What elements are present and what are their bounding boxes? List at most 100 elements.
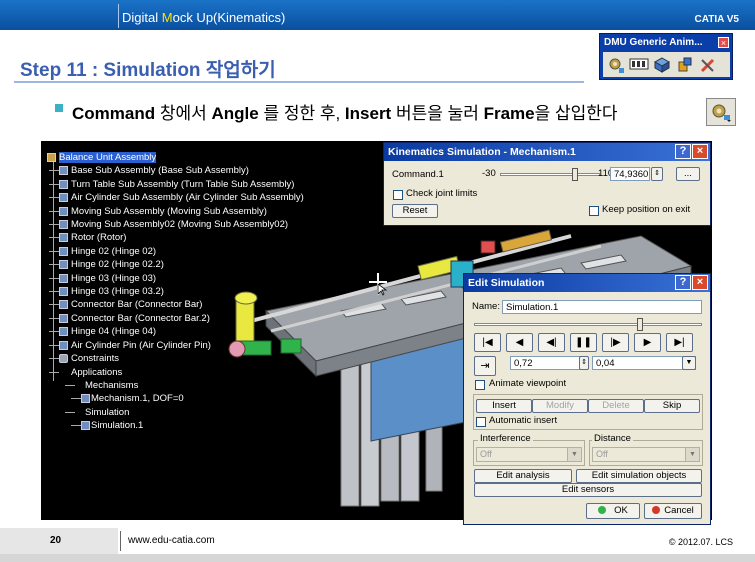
dmu-toolbar-icons [603,52,730,77]
simulation-slider-thumb[interactable] [637,318,644,331]
tree-item[interactable]: Turn Table Sub Assembly (Turn Table Sub … [45,178,304,191]
step-size-dropdown-icon[interactable]: ▼ [682,356,696,370]
part-icon [59,273,68,283]
distance-combo[interactable]: Off ▼ [592,447,700,462]
edit-sim-titlebar: Edit Simulation ? × [464,274,710,292]
command-label: Command.1 [392,169,444,180]
command-slider-track[interactable] [500,173,600,176]
instruction-text-2: 를 정한 후, [258,104,345,123]
check-joint-limits-checkbox[interactable] [393,190,403,200]
tree-item[interactable]: Air Cylinder Sub Assembly (Air Cylinder … [45,191,304,204]
edit-analysis-button[interactable]: Edit analysis [474,469,572,483]
tree-item-applications[interactable]: Applications [45,366,304,379]
jump-end-button[interactable]: ▶| [666,333,693,352]
player-icon[interactable] [629,55,649,75]
command-more-button[interactable]: ... [676,167,700,181]
header-title-mark: M [161,10,173,25]
tree-item[interactable]: Connector Bar (Connector Bar) [45,298,304,311]
part-icon [59,340,68,350]
tree-item[interactable]: Hinge 03 (Hinge 03.2) [45,285,304,298]
product-icon [59,166,68,176]
tree-item[interactable]: Hinge 04 (Hinge 04) [45,325,304,338]
header-title-prefix: Digital [122,10,162,25]
loop-mode-button[interactable]: ⇥ [474,356,496,376]
product-icon [59,193,68,203]
interference-dropdown-icon: ▼ [567,448,581,461]
edit-simulation-dialog: Edit Simulation ? × Name: Simulation.1 |… [463,273,711,525]
step-title: Step 11 : Simulation 작업하기 [20,60,276,81]
step-value-spinner[interactable]: ⇕ [579,356,589,370]
animate-viewpoint-checkbox[interactable] [475,380,485,390]
tree-item[interactable]: Rotor (Rotor) [45,231,304,244]
simulation-gear-icon[interactable] [606,55,626,75]
simulation-slider-track[interactable] [474,323,702,326]
cube-icon[interactable] [652,55,672,75]
instruction-text-4: 을 삽입한다 [534,104,618,123]
step-size-combo[interactable]: 0,04 [592,356,696,370]
dmu-toolbar-title: DMU Generic Anim... [604,37,703,48]
jump-start-button[interactable]: |◀ [474,333,501,352]
edit-sim-help-button[interactable]: ? [675,275,691,290]
interference-value: Off [480,449,492,459]
edit-simulation-objects-button[interactable]: Edit simulation objects [576,469,702,483]
instruction-text: Command 창에서 Angle 를 정한 후, Insert 버튼을 눌러 … [72,99,618,124]
product-icon [59,206,68,216]
tree-item-root[interactable]: Balance Unit Assembly [45,151,304,164]
tree-item[interactable]: Hinge 02 (Hinge 02.2) [45,258,304,271]
part-icon [59,313,68,323]
simulation-command-icon [706,98,736,126]
skip-button[interactable]: Skip [644,399,700,413]
edit-sim-title: Edit Simulation [468,277,545,289]
play-backward-button[interactable]: ◀ [506,333,533,352]
tree-item[interactable]: Hinge 03 (Hinge 03) [45,272,304,285]
distance-dropdown-icon: ▼ [685,448,699,461]
tree-item[interactable]: Connector Bar (Connector Bar.2) [45,312,304,325]
tools-icon[interactable] [698,55,718,75]
automatic-insert-checkbox[interactable] [476,417,486,427]
tree-item-constraints[interactable]: Constraints [45,352,304,365]
tree-item-simulation-folder[interactable]: Simulation [45,406,304,419]
reset-button[interactable]: Reset [392,204,438,218]
kinematics-help-button[interactable]: ? [675,144,691,159]
keep-position-checkbox[interactable] [589,206,599,216]
edit-sensors-button[interactable]: Edit sensors [474,483,702,497]
part-icon [59,287,68,297]
command-slider-thumb[interactable] [572,168,578,181]
tree-item[interactable]: Hinge 02 (Hinge 02) [45,245,304,258]
cancel-button[interactable]: Cancel [644,503,702,519]
tree-item[interactable]: Base Sub Assembly (Base Sub Assembly) [45,164,304,177]
interference-combo[interactable]: Off ▼ [476,447,582,462]
cancel-icon [652,506,661,514]
constraints-icon [59,354,68,364]
step-forward-button[interactable]: |▶ [602,333,629,352]
command-min: -30 [482,168,496,179]
simulation-name-field[interactable]: Simulation.1 [502,300,702,314]
ok-button[interactable]: OK [586,503,640,519]
instruction-word-angle: Angle [211,104,259,123]
product-icon [59,220,68,230]
insert-button[interactable]: Insert [476,399,532,413]
command-spinner[interactable]: ⇕ [651,167,663,181]
tree-item-simulation[interactable]: Simulation.1 [45,419,304,432]
edit-sim-close-button[interactable]: × [692,275,708,290]
tree-item-mechanisms[interactable]: Mechanisms [45,379,304,392]
step-backward-button[interactable]: ◀| [538,333,565,352]
step-value-field[interactable]: 0,72 [510,356,588,370]
ok-icon [598,506,607,514]
tree-item-mechanism[interactable]: Mechanism.1, DOF=0 [45,392,304,405]
clash-icon[interactable] [675,55,695,75]
modify-button[interactable]: Modify [532,399,588,413]
tree-item[interactable]: Moving Sub Assembly (Moving Sub Assembly… [45,205,304,218]
delete-button[interactable]: Delete [588,399,644,413]
tree-item[interactable]: Moving Sub Assembly02 (Moving Sub Assemb… [45,218,304,231]
pause-button[interactable]: ❚❚ [570,333,597,352]
dmu-toolbar-close-button[interactable]: × [718,37,729,48]
cancel-label: Cancel [664,505,694,516]
keep-position-label: Keep position on exit [602,204,691,215]
kinematics-close-button[interactable]: × [692,144,708,159]
step-underline [14,81,584,83]
command-value-field[interactable]: 74,9360 [610,167,650,181]
play-forward-button[interactable]: ▶ [634,333,661,352]
mechanism-icon [81,394,90,404]
tree-item[interactable]: Air Cylinder Pin (Air Cylinder Pin) [45,339,304,352]
